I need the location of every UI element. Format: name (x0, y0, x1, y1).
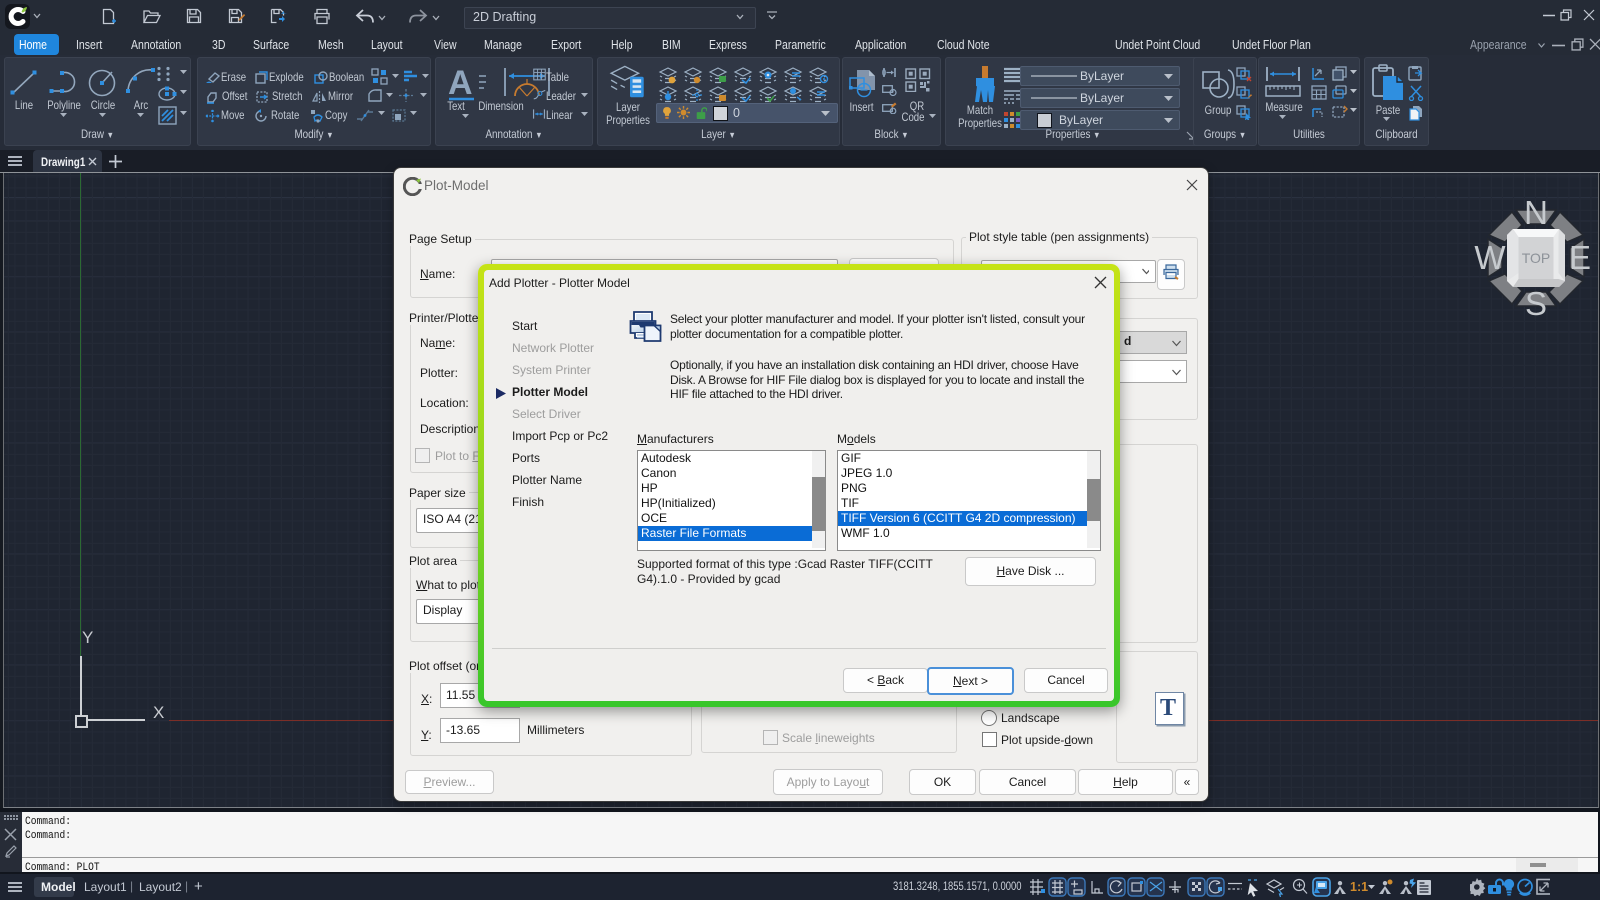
svg-text:E: E (1569, 239, 1591, 276)
svg-text:TOP: TOP (1522, 250, 1551, 266)
svg-text:1:1: 1:1 (1350, 880, 1368, 894)
svg-text:A: A (448, 64, 473, 102)
svg-text:W: W (1474, 239, 1506, 276)
svg-text:S: S (1525, 285, 1547, 322)
svg-text:N: N (1524, 194, 1548, 231)
